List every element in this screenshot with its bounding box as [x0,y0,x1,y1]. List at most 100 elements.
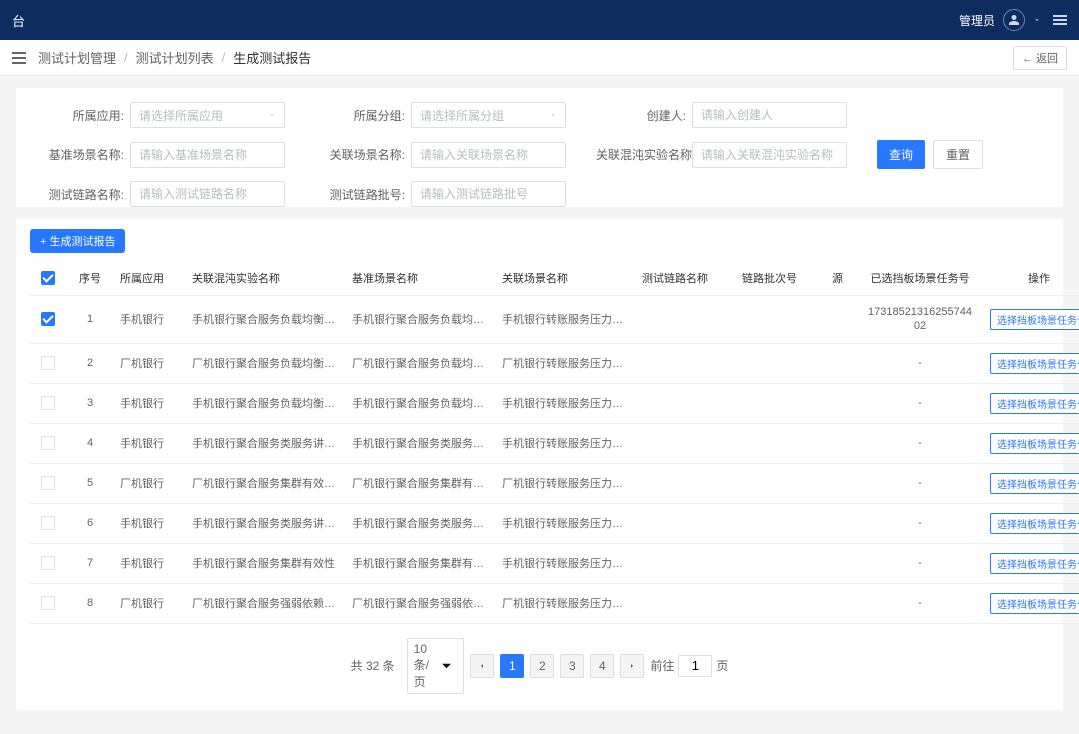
th-batch: 链路批次号 [736,261,826,296]
cell-route [636,583,736,623]
th-task: 已选挡板场景任务号 [856,261,984,296]
filter-baseline-input[interactable] [130,142,285,168]
cell-src [826,583,856,623]
row-checkbox[interactable] [41,436,55,450]
cell-batch [736,463,826,503]
cell-app: 手机银行 [114,543,186,583]
reset-button[interactable]: 重置 [933,140,983,169]
pg-page-1[interactable]: 1 [500,654,524,678]
filter-card: 所属应用: 请选择所属应用 所属分组: 请选择所属分组 创建人: 基准场景 [16,88,1063,207]
cell-link: 手机银行转账服务压力测试 [496,383,636,423]
cell-app: 手机银行 [114,296,186,344]
select-task-button[interactable]: 选择挡板场景任务号 [990,513,1079,534]
menu-icon[interactable] [1053,15,1067,25]
table-row: 6手机银行手机银行聚合服务类服务讲有效性_手机银行聚合服务类服务讲有效性_手机银… [30,503,1079,543]
pg-jump-label: 前往 [650,657,674,674]
cell-inst: 手机银行聚合服务负载均衡策略1 [186,383,346,423]
cell-src [826,423,856,463]
cell-link: 厂机银行转账服务压力测试 [496,583,636,623]
filter-route-label: 测试链路名称: [34,186,130,203]
th-route: 测试链路名称 [636,261,736,296]
th-base-scene: 基准场景名称 [346,261,496,296]
th-inst: 关联混沌实验名称 [186,261,346,296]
cell-app: 手机银行 [114,503,186,543]
cell-link: 手机银行转账服务压力测试 [496,503,636,543]
cell-idx: 1 [66,296,114,344]
row-checkbox[interactable] [41,356,55,370]
cell-idx: 3 [66,383,114,423]
table-row: 4手机银行手机银行聚合服务类服务讲评自家手机银行聚合服务类服务讲评自家手机银行转… [30,423,1079,463]
avatar[interactable] [1003,9,1025,31]
cell-src [826,296,856,344]
breadcrumb-bar: 测试计划管理 / 测试计划列表 / 生成测试报告 ← 返回 [0,40,1079,76]
select-task-button[interactable]: 选择挡板场景任务号 [990,433,1079,454]
row-checkbox[interactable] [41,396,55,410]
chevron-down-icon[interactable] [1033,16,1041,24]
generate-report-button[interactable]: + 生成测试报告 [30,229,125,253]
row-checkbox[interactable] [41,596,55,610]
breadcrumb-c: 生成测试报告 [233,48,311,67]
row-checkbox[interactable] [41,556,55,570]
select-task-button[interactable]: 选择挡板场景任务号 [990,393,1079,414]
top-nav: 台 管理员 [0,0,1079,40]
row-checkbox[interactable] [41,516,55,530]
pg-jump-suffix: 页 [716,657,728,674]
cell-inst: 厂机银行聚合服务强弱依赖有2 [186,583,346,623]
pg-page-4[interactable]: 4 [590,654,614,678]
cell-base: 手机银行聚合服务类服务讲评自家 [346,423,496,463]
chevron-down-icon [436,655,457,676]
filter-route-input[interactable] [130,181,285,207]
table-row: 7手机银行手机银行聚合服务集群有效性手机银行聚合服务集群有效性手机银行转账服务压… [30,543,1079,583]
cell-idx: 8 [66,583,114,623]
cell-base: 厂机银行聚合服务负载均衡策略1 [346,343,496,383]
hamburger-icon[interactable] [12,52,26,64]
cell-src [826,463,856,503]
cell-link: 厂机银行转账服务压力测试 [496,343,636,383]
filter-link-scene-input[interactable] [411,142,566,168]
cell-base: 手机银行聚合服务类服务讲有效性_ [346,503,496,543]
select-task-button[interactable]: 选择挡板场景任务号 [990,473,1079,494]
filter-baseline-label: 基准场景名称: [34,146,130,163]
filter-creator-input[interactable] [692,102,847,128]
cell-app: 厂机银行 [114,343,186,383]
cell-idx: 2 [66,343,114,383]
header-checkbox[interactable] [41,271,55,285]
pg-jump-input[interactable] [678,655,712,677]
cell-src [826,383,856,423]
cell-idx: 5 [66,463,114,503]
filter-batch-label: 测试链路批号: [315,186,411,203]
user-label: 管理员 [959,12,995,29]
breadcrumb-a[interactable]: 测试计划管理 [38,48,116,67]
select-task-button[interactable]: 选择挡板场景任务号 [990,593,1079,614]
pg-page-2[interactable]: 2 [530,654,554,678]
breadcrumb-b[interactable]: 测试计划列表 [136,48,214,67]
table-row: 8厂机银行厂机银行聚合服务强弱依赖有2厂机银行聚合服务强弱依赖有2厂机银行转账服… [30,583,1079,623]
cell-app: 手机银行 [114,423,186,463]
table-row: 2厂机银行厂机银行聚合服务负载均衡策略1厂机银行聚合服务负载均衡策略1厂机银行转… [30,343,1079,383]
pg-size-select[interactable]: 10条/页 [407,638,465,694]
pg-next[interactable] [620,654,644,678]
cell-src [826,543,856,583]
filter-app-select[interactable]: 请选择所属应用 [130,102,285,128]
back-button[interactable]: ← 返回 [1013,46,1067,70]
select-task-button[interactable]: 选择挡板场景任务号 [990,353,1079,374]
pg-prev[interactable] [470,654,494,678]
chevron-down-icon [549,111,557,119]
table-row: 1手机银行手机银行聚合服务负载均衡策略1手机银行聚合服务负载均衡策略1手机银行转… [30,296,1079,344]
row-checkbox[interactable] [41,476,55,490]
filter-link-inst-label: 关联混沌实验名称: [596,146,692,163]
pg-page-3[interactable]: 3 [560,654,584,678]
filter-group-select[interactable]: 请选择所属分组 [411,102,566,128]
cell-batch [736,423,826,463]
filter-link-inst-input[interactable] [692,142,847,168]
query-button[interactable]: 查询 [877,140,925,169]
row-checkbox[interactable] [41,312,55,326]
select-task-button[interactable]: 选择挡板场景任务号 [990,309,1079,330]
cell-task: - [856,343,984,383]
filter-batch-input[interactable] [411,181,566,207]
top-nav-left: 台 [12,11,25,30]
data-table: 序号 所属应用 关联混沌实验名称 基准场景名称 关联场景名称 测试链路名称 链路… [30,261,1079,624]
filter-group-label: 所属分组: [315,107,411,124]
pg-total: 共 32 条 [351,657,395,674]
select-task-button[interactable]: 选择挡板场景任务号 [990,553,1079,574]
